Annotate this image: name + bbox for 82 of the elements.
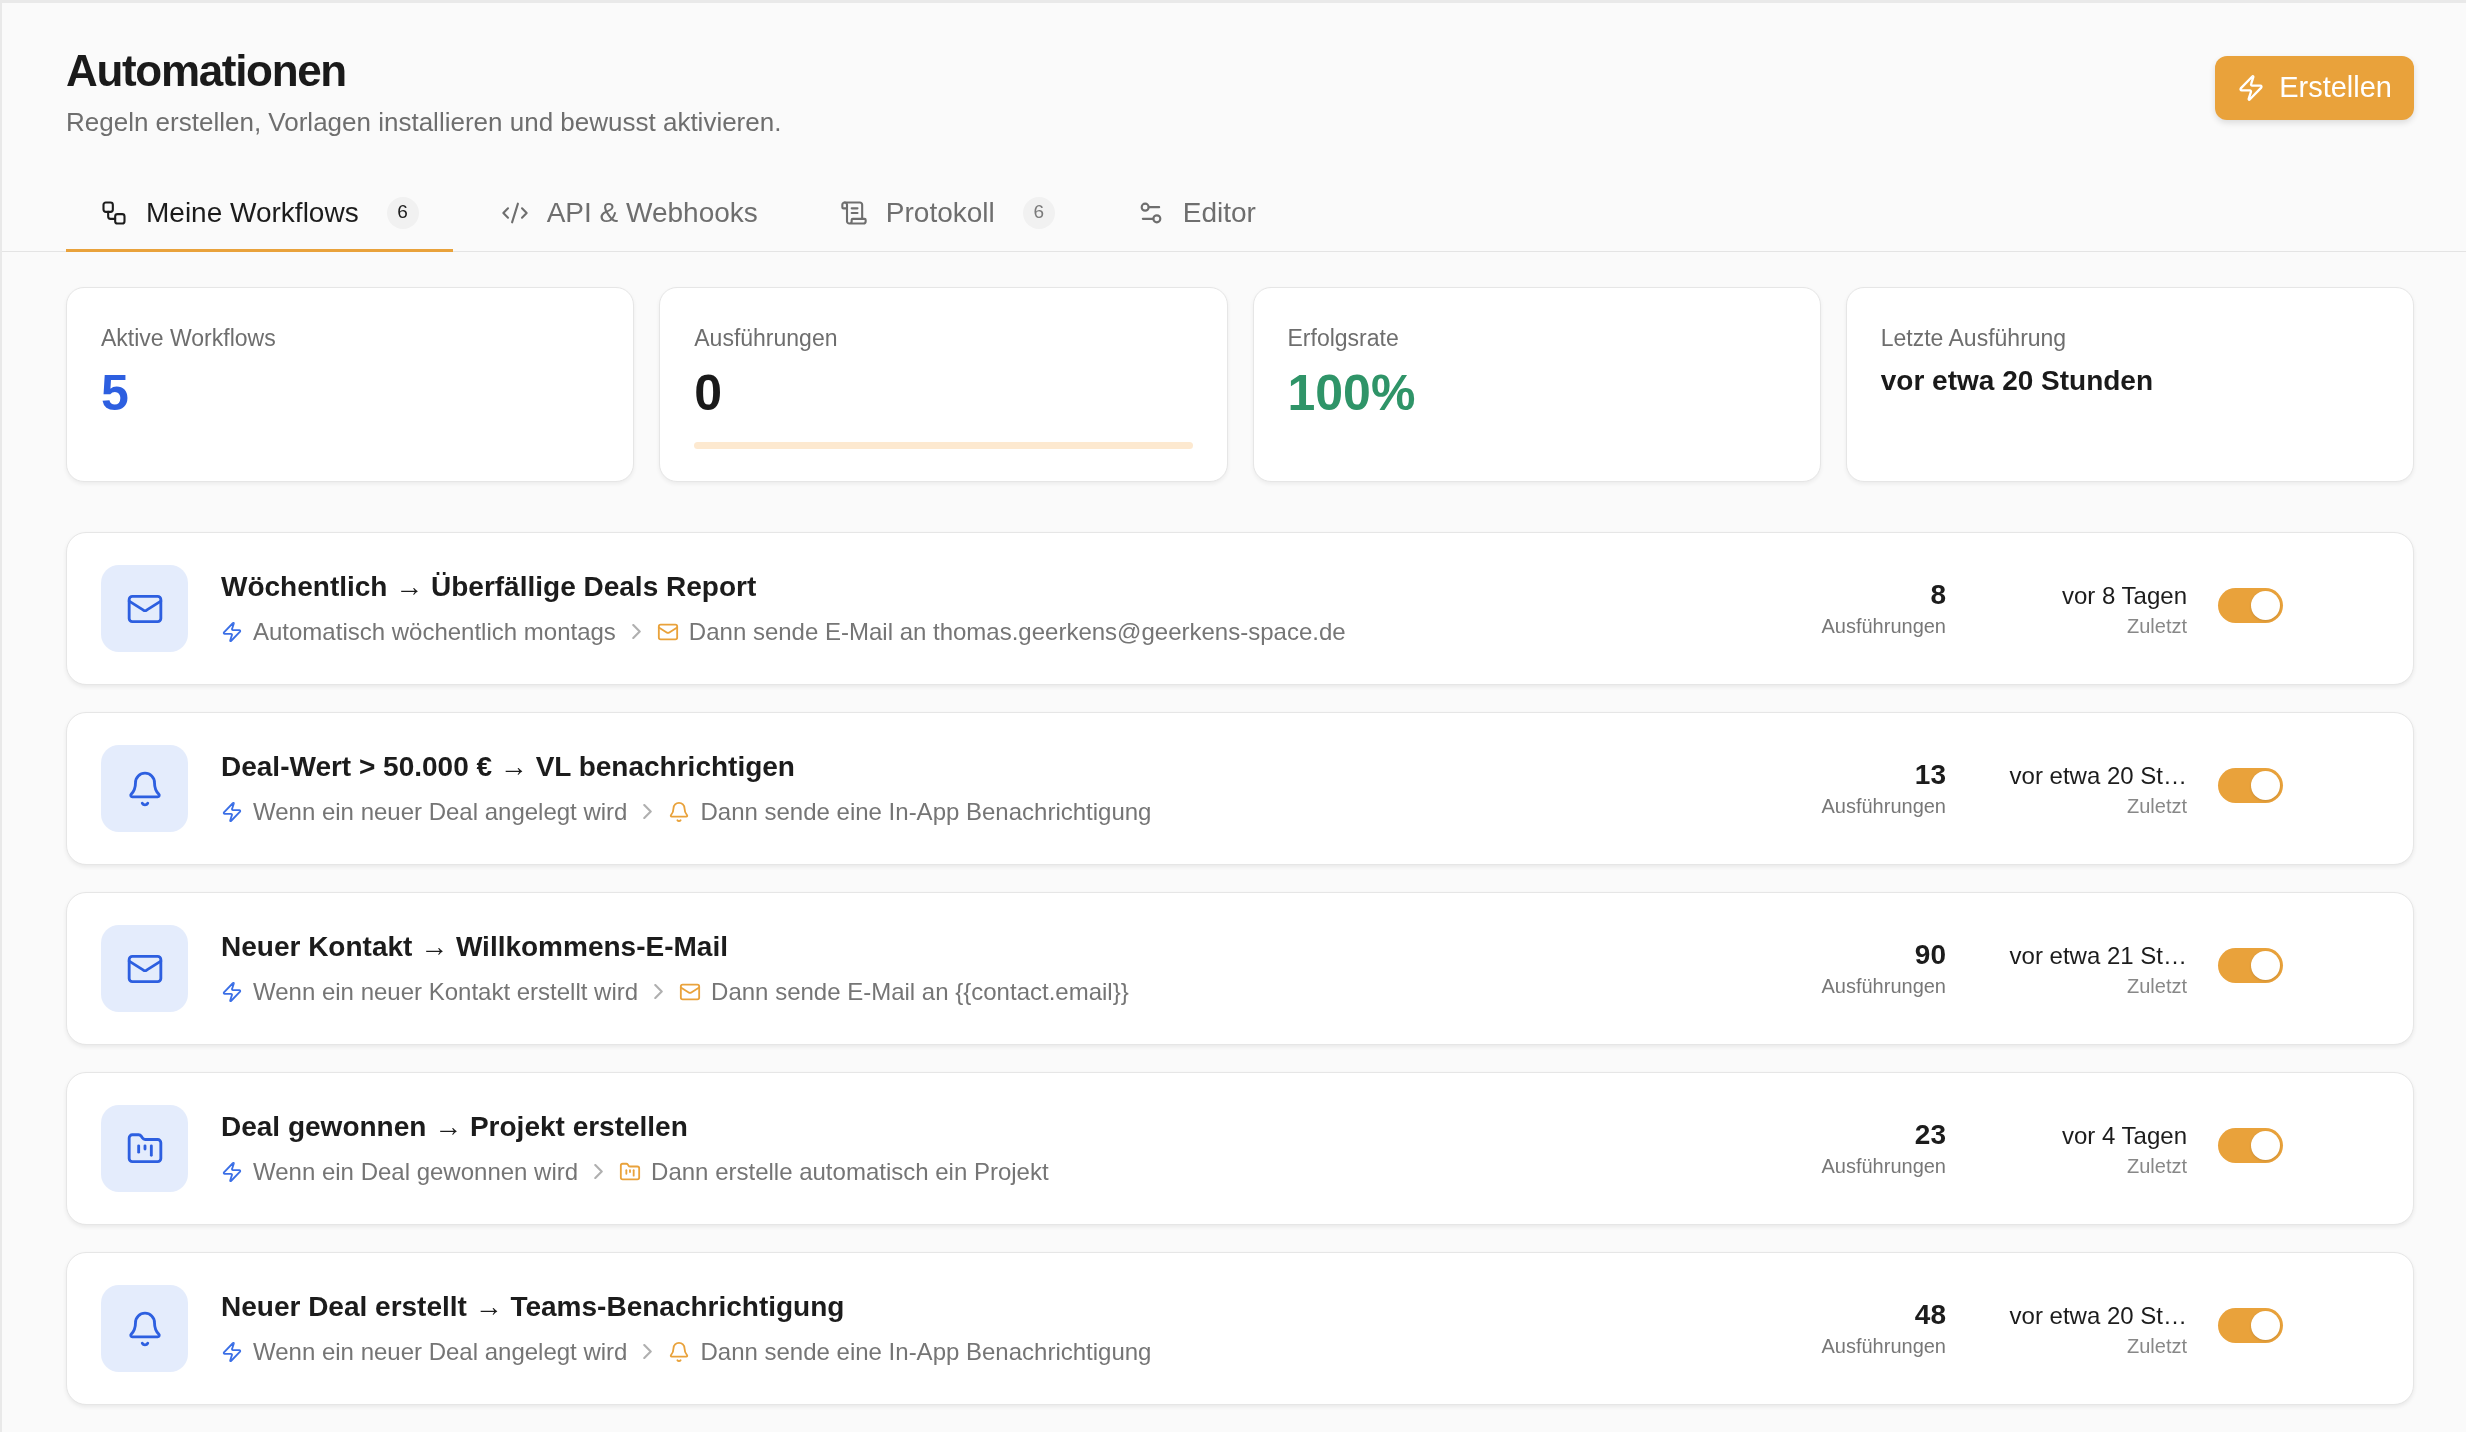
stat-value: 0 — [694, 365, 723, 421]
folder-icon — [619, 1160, 642, 1183]
tab-count: 6 — [1022, 196, 1055, 229]
workflow-card[interactable]: Deal gewonnen → Projekt erstellen Wenn ein Deal gewonnen wird Dann erstelle automatisch ein Projekt 23 Ausführungen vor 4 Tagen Zuletzt — [66, 1072, 2414, 1225]
last-run: vor etwa 21 St… — [2009, 940, 2187, 971]
run-count: 13 — [1914, 757, 1946, 792]
run-count-label: Ausführungen — [1821, 1333, 1946, 1359]
toggle-switch[interactable] — [2218, 768, 2283, 803]
chevron-right-icon — [643, 804, 653, 819]
tab[interactable]: Editor — [1102, 176, 1290, 252]
action-text: Dann sende eine In-App Benachrichtigung — [700, 796, 1152, 827]
toggle-switch[interactable] — [2218, 1128, 2283, 1163]
lightning-icon — [221, 620, 243, 643]
scroll-icon — [839, 198, 868, 227]
bell-icon — [101, 1285, 188, 1372]
workflow-title: Neuer Deal erstellt → Teams-Benachrichtigung — [221, 1289, 845, 1324]
workflow-title: Deal gewonnen → Projekt erstellen — [221, 1109, 688, 1144]
workflow-card[interactable]: Wöchentlich → Überfällige Deals Report Automatisch wöchentlich montags Dann sende E-Mail an thomas.geerkens@geerkens-space.de 8 Ausführungen vor 8 Tagen Zuletzt — [66, 532, 2414, 685]
lightning-icon — [221, 980, 243, 1003]
chevron-right-icon — [631, 624, 641, 639]
run-count-label: Ausführungen — [1821, 613, 1946, 639]
toggle-switch[interactable] — [2218, 948, 2283, 983]
workflow-card[interactable]: Neuer Kontakt → Willkommens-E-Mail Wenn ein neuer Kontakt erstellt wird Dann sende E-Mail an {{contact.email}} 90 Ausführungen vor etwa 21 St… Zuletzt — [66, 892, 2414, 1045]
workflow-title: Neuer Kontakt → Willkommens-E-Mail — [221, 929, 728, 964]
last-run-label: Zuletzt — [2126, 793, 2187, 819]
stat-label: Erfolgsrate — [1287, 324, 1399, 353]
stat-label: Letzte Ausführung — [1880, 324, 2067, 353]
last-run: vor etwa 20 St… — [2009, 1300, 2187, 1331]
mail-icon — [101, 925, 188, 1012]
folder-icon — [101, 1105, 188, 1192]
run-count: 48 — [1914, 1297, 1946, 1332]
chevron-right-icon — [594, 1164, 604, 1179]
tab-count: 6 — [386, 196, 419, 229]
lightning-icon — [2237, 74, 2266, 102]
workflow-title: Wöchentlich → Überfällige Deals Report — [221, 569, 757, 604]
chevron-right-icon — [654, 984, 664, 999]
workflow-title: Deal-Wert > 50.000 € → VL benachrichtigen — [221, 749, 795, 784]
page-title: Automationen — [66, 46, 346, 96]
trigger-text: Wenn ein neuer Deal angelegt wird — [253, 1336, 628, 1367]
bell-icon — [668, 800, 691, 823]
last-run: vor 8 Tagen — [2062, 580, 2187, 611]
stat-value: 5 — [101, 365, 129, 421]
last-run-label: Zuletzt — [2126, 613, 2187, 639]
last-run: vor etwa 20 St… — [2009, 760, 2187, 791]
tab[interactable]: Meine Workflows 6 — [66, 176, 453, 252]
action-text: Dann sende E-Mail an thomas.geerkens@geerkens-space.de — [688, 616, 1346, 647]
run-count-label: Ausführungen — [1821, 1153, 1946, 1179]
last-run-label: Zuletzt — [2126, 1333, 2187, 1359]
stat-value: vor etwa 20 Stunden — [1880, 364, 2154, 398]
bell-icon — [101, 745, 188, 832]
page-subtitle: Regeln erstellen, Vorlagen installieren und bewusst aktivieren. — [66, 106, 782, 139]
action-text: Dann erstelle automatisch ein Projekt — [651, 1156, 1049, 1187]
lightning-icon — [221, 1340, 243, 1363]
stat-value: 100% — [1287, 365, 1416, 421]
trigger-text: Wenn ein neuer Kontakt erstellt wird — [253, 976, 639, 1007]
tab[interactable]: API & Webhooks — [466, 176, 792, 252]
last-run-label: Zuletzt — [2126, 973, 2187, 999]
chevron-right-icon — [643, 1344, 653, 1359]
stat-label: Ausführungen — [694, 324, 838, 353]
toggle-switch[interactable] — [2218, 588, 2283, 623]
toggle-switch[interactable] — [2218, 1308, 2283, 1343]
trigger-text: Wenn ein neuer Deal angelegt wird — [253, 796, 628, 827]
workflow-card[interactable]: Deal-Wert > 50.000 € → VL benachrichtigen Wenn ein neuer Deal angelegt wird Dann sende eine In-App Benachrichtigung 13 Ausführungen vor etwa 20 St… Zuletzt — [66, 712, 2414, 865]
tab[interactable]: Protokoll 6 — [805, 176, 1089, 252]
workflow-icon — [100, 198, 128, 227]
trigger-text: Automatisch wöchentlich montags — [253, 616, 616, 647]
bell-icon — [668, 1340, 691, 1363]
run-count-label: Ausführungen — [1821, 793, 1946, 819]
run-count-label: Ausführungen — [1821, 973, 1946, 999]
action-text: Dann sende eine In-App Benachrichtigung — [700, 1336, 1152, 1367]
run-count: 90 — [1914, 937, 1946, 972]
workflow-card[interactable]: Neuer Deal erstellt → Teams-Benachrichtigung Wenn ein neuer Deal angelegt wird Dann sende eine In-App Benachrichtigung 48 Ausführungen vor etwa 20 St… Zuletzt — [66, 1252, 2414, 1405]
run-count: 8 — [1930, 577, 1946, 612]
lightning-icon — [221, 1160, 243, 1183]
last-run-label: Zuletzt — [2126, 1153, 2187, 1179]
lightning-icon — [221, 800, 243, 823]
run-count: 23 — [1914, 1117, 1946, 1152]
last-run: vor 4 Tagen — [2062, 1120, 2187, 1151]
trigger-text: Wenn ein Deal gewonnen wird — [253, 1156, 579, 1187]
action-text: Dann sende E-Mail an {{contact.email}} — [711, 976, 1129, 1007]
stat-label: Aktive Workflows — [101, 324, 276, 353]
mail-icon — [101, 565, 188, 652]
